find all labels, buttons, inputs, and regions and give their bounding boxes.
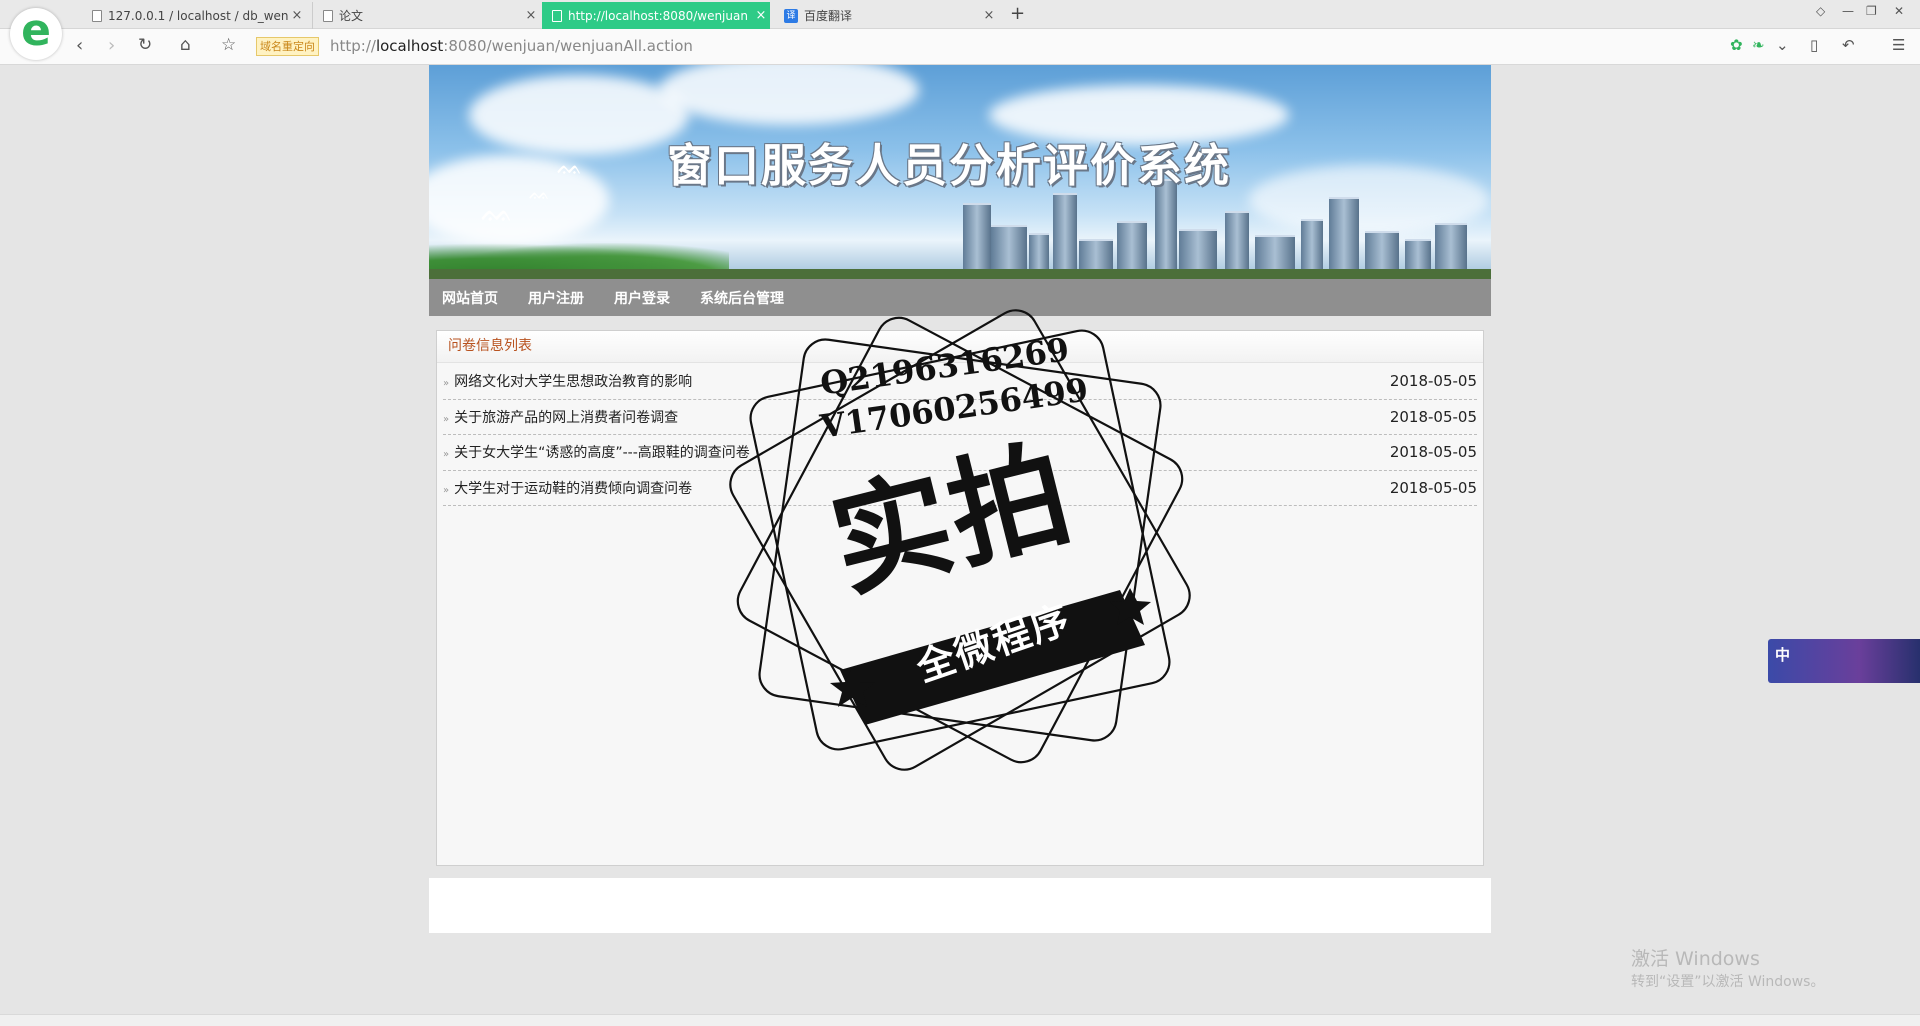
nav-login[interactable]: 用户登录	[614, 288, 670, 308]
survey-date: 2018-05-05	[1389, 478, 1477, 497]
tab-title: 百度翻译	[804, 9, 853, 23]
tab-title: 论文	[339, 9, 364, 23]
site-title: 窗口服务人员分析评价系统	[667, 139, 1232, 192]
tab-active-wenjuan[interactable]: http://localhost:8080/wenjuan ×	[542, 2, 770, 29]
nav-register[interactable]: 用户注册	[528, 288, 584, 308]
extension-icon[interactable]: ✿	[1730, 36, 1743, 54]
tab-phpmyadmin[interactable]: 127.0.0.1 / localhost / db_wenjuan ×	[82, 2, 306, 29]
building-shape	[1329, 197, 1359, 279]
cloud-decoration	[469, 75, 689, 155]
survey-link[interactable]: 关于旅游产品的网上消费者问卷调查	[454, 410, 678, 426]
leaf-icon[interactable]: ❧	[1752, 36, 1765, 54]
document-icon	[92, 9, 102, 22]
url-path: :8080/wenjuan/wenjuanAll.action	[443, 37, 693, 55]
tab-title: 127.0.0.1 / localhost / db_wenjuan	[108, 8, 288, 23]
skin-icon[interactable]: ◇	[1816, 4, 1825, 18]
redirect-badge: 域名重定向	[256, 37, 319, 56]
document-icon	[323, 9, 333, 22]
page-footer	[429, 878, 1491, 933]
tab-baidu-fanyi[interactable]: 译 百度翻译 ×	[774, 2, 998, 29]
new-tab-button[interactable]: +	[1010, 3, 1025, 24]
building-shape	[1155, 179, 1177, 279]
back-icon[interactable]: ‹	[76, 35, 83, 56]
translate-icon: 译	[784, 8, 798, 23]
home-icon[interactable]: ⌂	[180, 35, 191, 55]
tab-close-icon[interactable]: ×	[522, 8, 540, 23]
url-host: localhost	[375, 37, 444, 55]
bullet-icon: »	[443, 484, 450, 496]
cloud-decoration	[659, 65, 919, 125]
url-input[interactable]: http://localhost:8080/wenjuan/wenjuanAll…	[330, 37, 693, 55]
undo-icon[interactable]: ↶	[1842, 36, 1855, 54]
browser-tab-bar: 127.0.0.1 / localhost / db_wenjuan × 论文 …	[0, 0, 1920, 29]
main-navigation: 网站首页 用户注册 用户登录 系统后台管理	[429, 279, 1491, 316]
tab-close-icon[interactable]: ×	[980, 8, 998, 23]
bird-icon: ᨐ	[481, 195, 514, 228]
chevron-down-icon[interactable]: ⌄	[1776, 36, 1789, 54]
document-icon	[552, 9, 562, 22]
ime-mode-label[interactable]: 中	[1775, 644, 1790, 665]
building-shape	[1053, 193, 1077, 279]
bullet-icon: »	[443, 378, 450, 390]
refresh-icon[interactable]: ↻	[138, 35, 152, 55]
reading-mode-icon[interactable]: ▯	[1810, 36, 1818, 54]
survey-date: 2018-05-05	[1389, 372, 1477, 391]
survey-date: 2018-05-05	[1389, 407, 1477, 426]
activate-windows-subtitle: 转到“设置”以激活 Windows。	[1631, 974, 1825, 990]
forward-icon[interactable]: ›	[108, 35, 115, 56]
bird-icon: ᨐ	[557, 155, 583, 180]
activate-windows-title: 激活 Windows	[1631, 948, 1760, 970]
tab-lunwen[interactable]: 论文 ×	[312, 2, 540, 29]
menu-icon[interactable]: ☰	[1892, 36, 1905, 54]
favorite-star-icon[interactable]: ☆	[221, 35, 236, 55]
browser-logo-icon[interactable]: e	[10, 8, 62, 60]
tab-close-icon[interactable]: ×	[288, 8, 306, 23]
minimize-icon[interactable]: —	[1842, 4, 1854, 18]
building-shape	[963, 203, 991, 279]
restore-icon[interactable]: ❐	[1866, 4, 1877, 18]
survey-date: 2018-05-05	[1389, 443, 1477, 462]
survey-link[interactable]: 大学生对于运动鞋的消费倾向调查问卷	[454, 481, 692, 497]
nav-admin[interactable]: 系统后台管理	[700, 288, 784, 308]
site-banner: ᨐ ᨐ ᨐ 窗口服务人员分析评价系统	[429, 65, 1491, 279]
bullet-icon: »	[443, 449, 450, 461]
bird-icon: ᨐ	[529, 183, 551, 204]
url-scheme: http://	[330, 37, 376, 55]
tab-close-icon[interactable]: ×	[752, 8, 770, 23]
nav-home[interactable]: 网站首页	[442, 288, 498, 308]
browser-status-bar	[0, 1014, 1920, 1026]
bullet-icon: »	[443, 413, 450, 425]
survey-link[interactable]: 网络文化对大学生思想政治教育的影响	[454, 374, 692, 390]
tab-title: http://localhost:8080/wenjuan	[568, 8, 748, 23]
ime-toolbar[interactable]	[1768, 639, 1920, 683]
address-bar: ‹ › ↻ ⌂ ☆ 域名重定向 http://localhost:8080/we…	[0, 29, 1920, 65]
survey-link[interactable]: 关于女大学生“诱惑的高度”---高跟鞋的调查问卷	[454, 445, 750, 461]
ground-strip	[429, 269, 1491, 279]
close-window-icon[interactable]: ✕	[1894, 4, 1904, 18]
